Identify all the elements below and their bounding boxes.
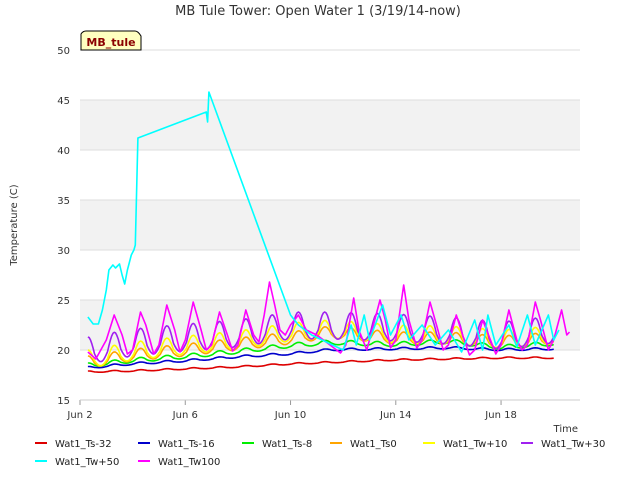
legend-label: Wat1_Ts-8 <box>262 439 312 450</box>
legend: Wat1_Ts-32 Wat1_Ts-16 Wat1_Ts-8 Wat1_Ts0 Wat… <box>35 439 605 468</box>
legend-label: Wat1_Ts-16 <box>158 439 215 450</box>
chart-title: MB Tule Tower: Open Water 1 (3/19/14-now… <box>175 4 461 19</box>
y-tick-label: 20 <box>57 346 70 357</box>
legend-label: Wat1_Ts0 <box>350 439 397 450</box>
background-band <box>80 50 580 100</box>
chart: 15 20 25 30 35 40 45 50 Jun 2 Jun 6 Jun 10 Jun 14 Ju… <box>0 0 640 480</box>
y-tick-label: 30 <box>57 246 70 257</box>
x-tick-label: Jun 6 <box>172 410 198 421</box>
background-band <box>80 200 580 250</box>
y-axis-label: Temperature (C) <box>9 184 20 266</box>
site-label-box: MB_tule <box>80 30 142 51</box>
x-tick-label: Jun 10 <box>274 410 307 421</box>
x-tick-label: Jun 2 <box>66 410 92 421</box>
background-band <box>80 150 580 200</box>
background-bands <box>80 50 580 400</box>
background-band <box>80 100 580 150</box>
legend-label: Wat1_Tw+50 <box>55 457 119 468</box>
y-tick-label: 35 <box>57 196 70 207</box>
y-tick-label: 40 <box>57 146 70 157</box>
y-tick-label: 50 <box>57 46 70 57</box>
legend-label: Wat1_Tw+30 <box>541 439 605 450</box>
x-tick-label: Jun 14 <box>379 410 412 421</box>
y-tick-label: 45 <box>57 96 70 107</box>
x-tick-label: Jun 18 <box>484 410 517 421</box>
x-axis-label: Time <box>553 424 578 435</box>
legend-label: Wat1_Tw+10 <box>443 439 507 450</box>
y-tick-label: 15 <box>57 396 70 407</box>
legend-label: Wat1_Ts-32 <box>55 439 112 450</box>
background-band <box>80 250 580 300</box>
chart-svg: 15 20 25 30 35 40 45 50 Jun 2 Jun 6 Jun 10 Jun 14 Ju… <box>9 4 605 468</box>
site-label: MB_tule <box>86 36 135 49</box>
y-tick-label: 25 <box>57 296 70 307</box>
legend-label: Wat1_Tw100 <box>158 457 220 468</box>
